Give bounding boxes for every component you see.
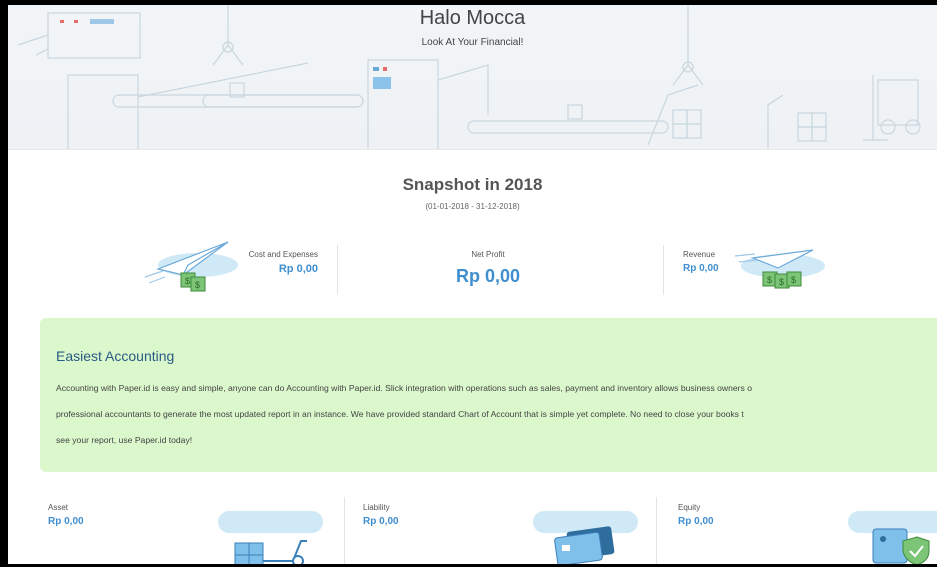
scooter-boxes-icon — [218, 511, 323, 564]
net-profit-label: Net Profit — [471, 250, 505, 259]
asset-label: Asset — [48, 503, 69, 512]
greeting-title: Halo Mocca — [419, 7, 526, 29]
credit-cards-icon — [533, 511, 638, 564]
cost-expenses-kpi: Cost and Expenses Rp 0,00 — [208, 250, 318, 275]
liability-value: Rp 0,00 — [363, 516, 399, 527]
dashboard-page: Halo Mocca Look At Your Financial! Snaps… — [8, 5, 937, 564]
card-line: professional accountants to generate the… — [56, 409, 744, 419]
snapshot-title: Snapshot in 2018 — [402, 175, 543, 194]
equity-value: Rp 0,00 — [678, 516, 714, 527]
hero-banner: Halo Mocca Look At Your Financial! — [8, 5, 937, 150]
net-profit-value: Rp 0,00 — [455, 266, 521, 286]
liability-kpi: Liability Rp 0,00 — [363, 503, 399, 527]
liability-label: Liability — [363, 503, 390, 512]
asset-kpi: Asset Rp 0,00 — [48, 503, 84, 527]
card-line: see your report, use Paper.id today! — [56, 435, 193, 445]
easiest-accounting-card: Easiest Accounting Accounting with Paper… — [40, 318, 937, 472]
wallet-shield-icon — [848, 511, 937, 564]
screen-frame: Halo Mocca Look At Your Financial! Snaps… — [0, 0, 937, 567]
card-line: Accounting with Paper.id is easy and sim… — [56, 383, 753, 393]
svg-text:$: $ — [767, 275, 772, 285]
cost-expenses-value: Rp 0,00 — [278, 263, 318, 275]
balance-divider — [656, 497, 657, 564]
kpi-divider — [337, 245, 338, 295]
svg-text:$: $ — [195, 280, 200, 290]
greeting-subtitle: Look At Your Financial! — [421, 37, 524, 48]
net-profit-kpi: Net Profit Rp 0,00 — [408, 250, 568, 287]
balance-divider — [344, 497, 345, 564]
paper-plane-money-icon: $ $ $ — [734, 249, 825, 289]
card-title: Easiest Accounting — [56, 348, 175, 364]
snapshot-date-range: (01-01-2018 - 31-12-2018) — [425, 202, 520, 211]
svg-text:$: $ — [185, 276, 190, 286]
equity-label: Equity — [678, 503, 701, 512]
card-description: Accounting with Paper.id is easy and sim… — [56, 375, 937, 453]
asset-value: Rp 0,00 — [48, 516, 84, 527]
equity-kpi: Equity Rp 0,00 — [678, 503, 714, 527]
svg-text:$: $ — [791, 275, 796, 285]
cost-expenses-label: Cost and Expenses — [248, 250, 318, 259]
svg-text:$: $ — [779, 277, 784, 287]
kpi-divider — [663, 245, 664, 295]
